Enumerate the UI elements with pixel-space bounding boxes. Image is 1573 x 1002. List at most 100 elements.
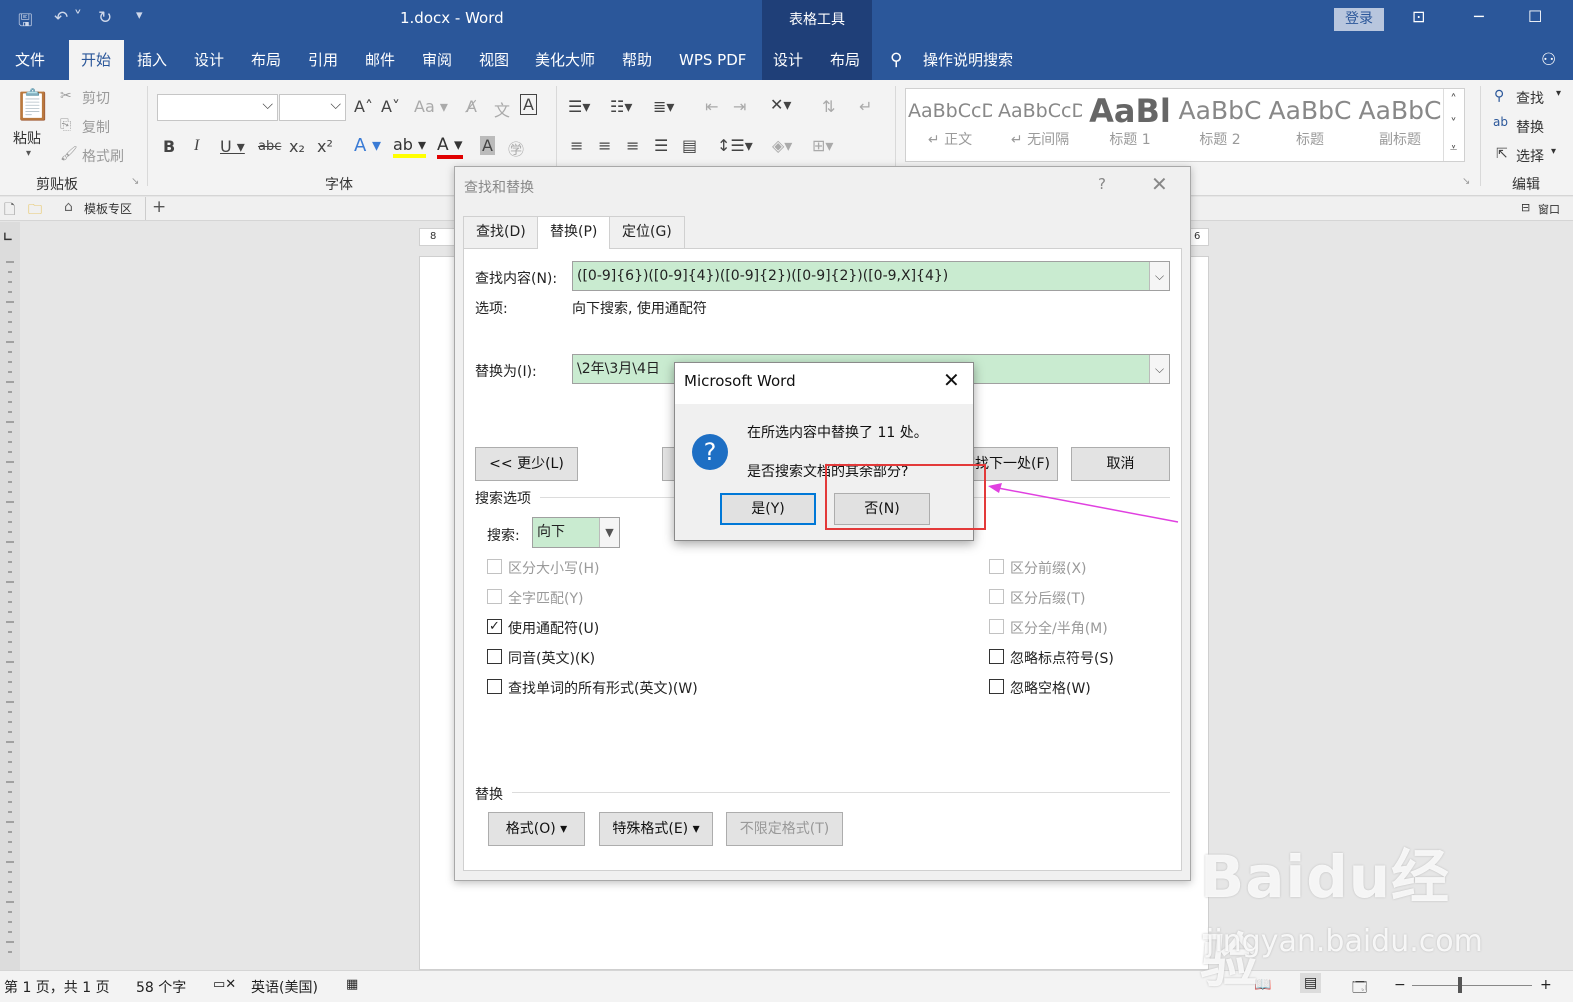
decrease-indent-icon[interactable]: ⇤	[705, 97, 718, 116]
numbering-icon[interactable]: ☷▾	[610, 97, 632, 116]
align-center-icon[interactable]: ≡	[598, 136, 611, 155]
copy-button[interactable]: 复制	[82, 117, 110, 137]
chinese-layout-icon[interactable]: ✕▾	[770, 95, 791, 114]
format-painter-button[interactable]: 格式刷	[82, 146, 124, 166]
close-icon[interactable]: ✕	[943, 368, 960, 392]
undo-icon[interactable]: ↶ ˅	[54, 8, 82, 28]
tab-file[interactable]: 文件	[3, 40, 57, 80]
style-normal[interactable]: AaBbCcDc ↵ 正文	[908, 93, 992, 157]
clipboard-launcher-icon[interactable]: ↘	[131, 176, 139, 187]
increase-indent-icon[interactable]: ⇥	[733, 97, 746, 116]
line-spacing-icon[interactable]: ↕☰▾	[717, 136, 753, 155]
show-marks-icon[interactable]: ↵	[859, 97, 872, 116]
chevron-down-icon[interactable]: ⌵	[1149, 262, 1169, 290]
zoom-in-icon[interactable]: +	[1540, 977, 1552, 993]
add-tab-icon[interactable]: +	[152, 197, 166, 217]
all-word-forms-checkbox[interactable]	[487, 679, 502, 694]
tab-insert[interactable]: 插入	[125, 40, 179, 80]
search-direction-select[interactable]: 向下 ▼	[532, 517, 620, 548]
paste-dropdown-icon[interactable]: ▾	[26, 148, 31, 159]
macro-icon[interactable]: ▦	[346, 977, 358, 992]
multilevel-list-icon[interactable]: ≣▾	[653, 97, 674, 116]
window-label[interactable]: 窗口	[1538, 201, 1560, 217]
tab-review[interactable]: 审阅	[410, 40, 464, 80]
align-left-icon[interactable]: ≡	[570, 136, 583, 155]
font-name-combo[interactable]: ⌵	[157, 94, 278, 121]
bold-icon[interactable]: B	[163, 137, 175, 156]
match-suffix-checkbox[interactable]	[989, 589, 1004, 604]
match-width-checkbox[interactable]	[989, 619, 1004, 634]
character-border-icon[interactable]: A	[520, 94, 537, 115]
word-count[interactable]: 58 个字	[136, 977, 186, 997]
select-dropdown-icon[interactable]: ▾	[1551, 146, 1556, 157]
tab-beautify[interactable]: 美化大师	[523, 40, 607, 80]
folder-icon[interactable]: 🗀	[28, 199, 42, 223]
strikethrough-icon[interactable]: abc	[258, 139, 281, 154]
chevron-down-icon[interactable]: ▼	[599, 518, 619, 547]
login-button[interactable]: 登录	[1334, 8, 1384, 31]
customize-qat-icon[interactable]: ▾	[136, 8, 143, 23]
maximize-icon[interactable]: ☐	[1528, 7, 1542, 26]
match-case-checkbox[interactable]	[487, 559, 502, 574]
borders-icon[interactable]: ⊞▾	[812, 136, 833, 155]
style-title[interactable]: AaBbC 标题	[1268, 93, 1352, 157]
ribbon-display-icon[interactable]: ⊡	[1412, 7, 1425, 26]
whole-word-checkbox[interactable]	[487, 589, 502, 604]
find-dropdown-icon[interactable]: ▾	[1556, 88, 1561, 99]
no-formatting-button[interactable]: 不限定格式(T)	[726, 812, 843, 846]
tab-table-layout[interactable]: 布局	[818, 40, 872, 80]
text-effects-icon[interactable]: A ▾	[354, 135, 381, 156]
grow-font-icon[interactable]: A˄	[354, 97, 373, 116]
align-right-icon[interactable]: ≡	[626, 136, 639, 155]
special-format-button[interactable]: 特殊格式(E) ▾	[599, 812, 713, 846]
use-wildcards-checkbox[interactable]: ✓	[487, 619, 502, 634]
format-button[interactable]: 格式(O) ▾	[488, 812, 585, 846]
font-color-icon[interactable]: A ▾	[437, 135, 463, 159]
match-prefix-checkbox[interactable]	[989, 559, 1004, 574]
style-no-spacing[interactable]: AaBbCcDc ↵ 无间隔	[998, 93, 1082, 157]
sort-icon[interactable]: ⇅	[822, 97, 835, 116]
style-heading-2[interactable]: AaBbC 标题 2	[1178, 93, 1262, 157]
tab-find[interactable]: 查找(D)	[463, 216, 539, 248]
phonetic-guide-icon[interactable]: 文	[494, 97, 510, 121]
gallery-scroll-icon[interactable]: ˄ ˅ ⩡	[1443, 89, 1463, 161]
template-zone-tab[interactable]: ⌂ 模板专区	[56, 197, 146, 220]
character-shading-icon[interactable]: A	[480, 136, 495, 155]
font-size-combo[interactable]: ⌵	[279, 94, 346, 121]
ignore-whitespace-checkbox[interactable]	[989, 679, 1004, 694]
styles-launcher-icon[interactable]: ↘	[1462, 176, 1470, 187]
tab-table-design[interactable]: 设计	[761, 40, 815, 80]
bullets-icon[interactable]: ☰▾	[568, 97, 590, 116]
subscript-icon[interactable]: x₂	[289, 137, 305, 156]
new-doc-icon[interactable]: 🗋	[4, 199, 15, 223]
paste-button[interactable]: 粘贴	[13, 128, 41, 148]
tab-design[interactable]: 设计	[182, 40, 236, 80]
page-count[interactable]: 第 1 页，共 1 页	[4, 977, 110, 997]
enclose-characters-icon[interactable]: ㊫	[508, 136, 524, 160]
minimize-icon[interactable]: ─	[1474, 7, 1484, 26]
change-case-icon[interactable]: Aa ▾	[414, 97, 448, 116]
tell-me-search[interactable]: 操作说明搜索	[911, 40, 1025, 80]
tab-wps-pdf[interactable]: WPS PDF	[667, 40, 758, 80]
style-heading-1[interactable]: AaBl 标题 1	[1088, 93, 1172, 157]
language[interactable]: 英语(美国)	[251, 977, 318, 997]
yes-button[interactable]: 是(Y)	[720, 493, 816, 525]
help-icon[interactable]: ?	[1098, 175, 1106, 193]
shrink-font-icon[interactable]: A˅	[381, 97, 400, 116]
tab-layout[interactable]: 布局	[239, 40, 293, 80]
chevron-down-icon[interactable]: ⌵	[1149, 355, 1169, 383]
tab-replace[interactable]: 替换(P)	[537, 216, 611, 249]
styles-gallery[interactable]: AaBbCcDc ↵ 正文 AaBbCcDc ↵ 无间隔 AaBl 标题 1 AaBb…	[905, 88, 1465, 162]
proofing-icon[interactable]: ▭✕	[213, 977, 236, 992]
highlight-color-icon[interactable]: ab ▾	[393, 135, 427, 158]
find-button[interactable]: 查找	[1516, 88, 1544, 108]
find-input[interactable]: ([0-9]{6})([0-9]{4})([0-9]{2})([0-9]{2})…	[572, 261, 1170, 291]
select-button[interactable]: 选择	[1516, 146, 1544, 166]
tab-references[interactable]: 引用	[296, 40, 350, 80]
tab-view[interactable]: 视图	[467, 40, 521, 80]
style-subtitle[interactable]: AaBbC 副标题	[1358, 93, 1442, 157]
tab-goto[interactable]: 定位(G)	[609, 216, 685, 248]
close-icon[interactable]: ✕	[1151, 172, 1168, 196]
cut-button[interactable]: 剪切	[82, 88, 110, 108]
clear-formatting-icon[interactable]: A̸	[466, 97, 477, 116]
